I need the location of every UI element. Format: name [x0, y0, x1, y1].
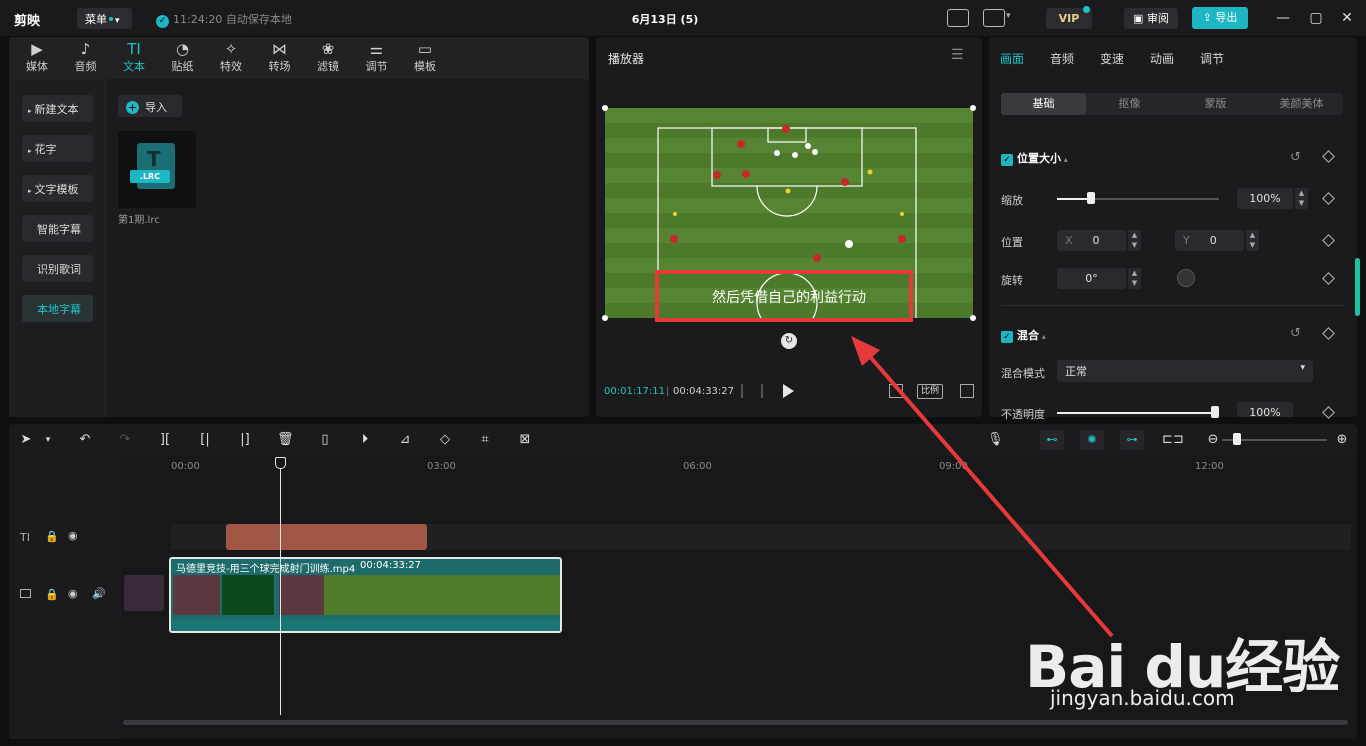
baidu-watermark-url: jingyan.baidu.com — [1050, 686, 1235, 710]
